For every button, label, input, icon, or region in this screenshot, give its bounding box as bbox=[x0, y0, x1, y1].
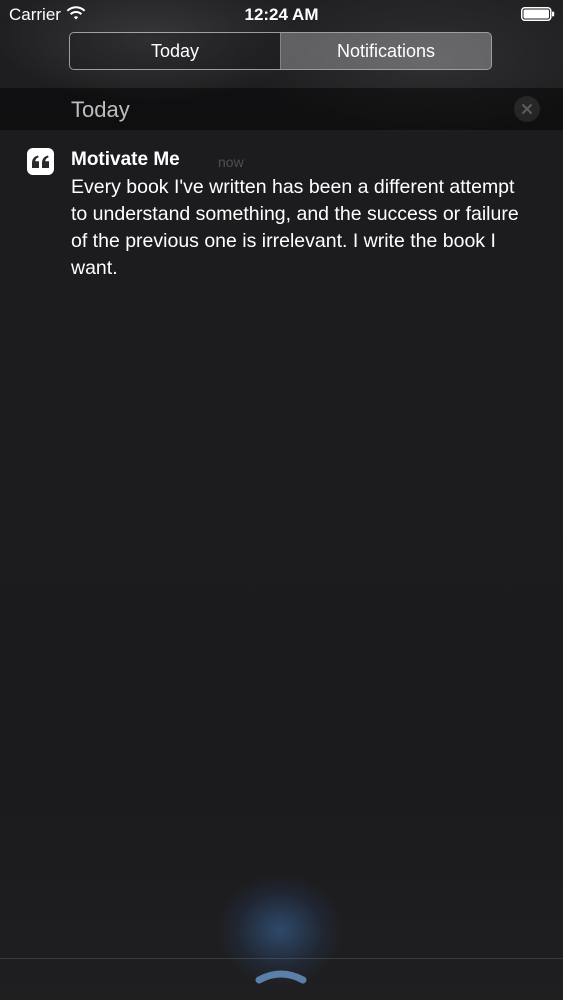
app-icon bbox=[27, 148, 54, 175]
tab-today[interactable]: Today bbox=[70, 33, 281, 69]
clear-section-button[interactable] bbox=[514, 96, 540, 122]
chevron-up-icon[interactable] bbox=[255, 966, 307, 988]
close-icon bbox=[522, 104, 532, 114]
status-bar: Carrier 12:24 AM bbox=[0, 0, 563, 30]
notification-message: Every book I've written has been a diffe… bbox=[71, 176, 519, 279]
quote-icon bbox=[32, 155, 49, 168]
app-name: Motivate Me bbox=[71, 149, 180, 170]
tab-notifications[interactable]: Notifications bbox=[281, 33, 491, 69]
tab-today-label: Today bbox=[150, 40, 200, 61]
battery-icon bbox=[521, 7, 555, 21]
tab-notifications-label: Notifications bbox=[336, 40, 436, 61]
segmented-control: Today Notifications bbox=[69, 32, 492, 70]
section-title: Today bbox=[71, 97, 130, 122]
notification-item[interactable]: Motivate Me now Every book I've written … bbox=[0, 140, 563, 290]
notification-center: Carrier 12:24 AM Today Notifications Tod… bbox=[0, 0, 563, 1000]
section-header: Today bbox=[0, 88, 563, 130]
bottom-divider bbox=[0, 958, 563, 959]
clock: 12:24 AM bbox=[244, 5, 319, 24]
timestamp: now bbox=[218, 154, 244, 170]
